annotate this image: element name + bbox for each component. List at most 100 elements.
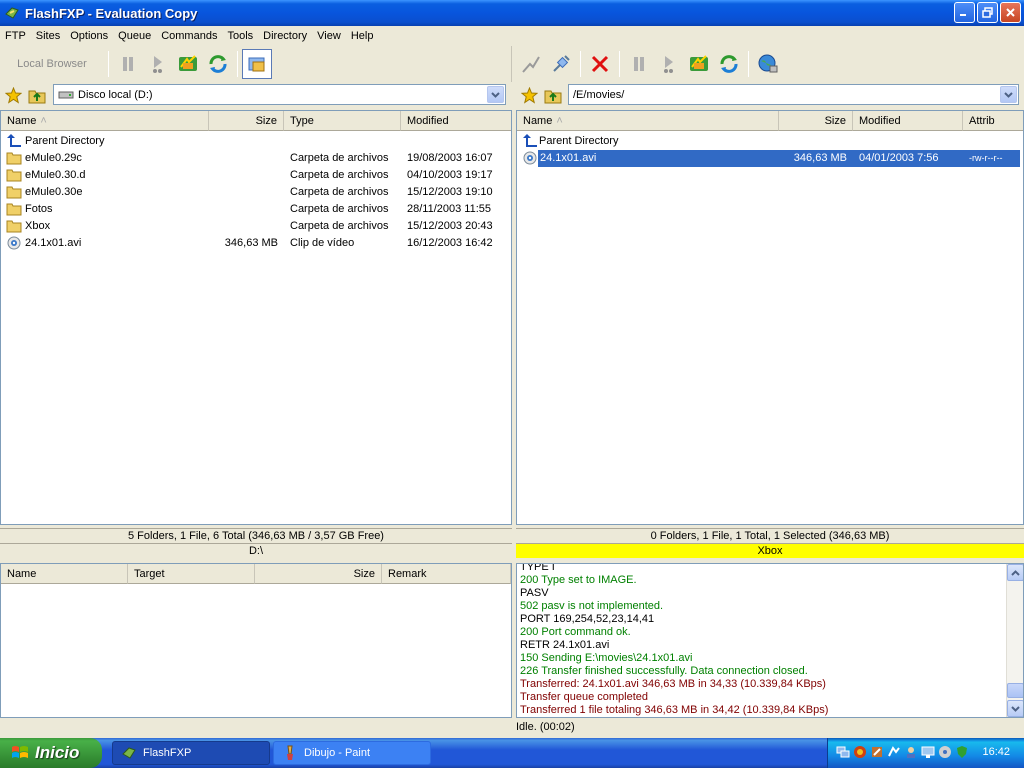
site-globe-button[interactable]: [753, 49, 783, 79]
local-browser-icon: [248, 57, 265, 72]
monitor-tray-icon[interactable]: [921, 745, 935, 759]
menu-directory[interactable]: Directory: [258, 30, 312, 42]
menu-tools[interactable]: Tools: [222, 30, 258, 42]
folder-icon: [6, 220, 22, 233]
title-bar: FlashFXP - Evaluation Copy: [0, 0, 1024, 26]
menu-sites[interactable]: Sites: [31, 30, 65, 42]
restore-button[interactable]: [977, 2, 998, 23]
shield-tray-icon[interactable]: [955, 745, 969, 759]
connect-button[interactable]: [516, 49, 546, 79]
local-file-row[interactable]: eMule0.29c Carpeta de archivos 19/08/2003 …: [1, 150, 511, 167]
minimize-button[interactable]: [954, 2, 975, 23]
hardware-tray-icon[interactable]: [887, 745, 901, 759]
queue-column-name[interactable]: Name: [1, 564, 128, 584]
quick-connect-button[interactable]: [546, 49, 576, 79]
remote-file-list[interactable]: Name ˄ Size Modified Attrib Parent Direct…: [516, 110, 1024, 525]
start-button[interactable]: Inicio: [0, 738, 102, 768]
folder-icon: [6, 203, 22, 216]
column-header-type[interactable]: Type: [284, 111, 401, 131]
local-file-row[interactable]: 24.1x01.avi 346,63 MB Clip de vídeo 16/12/2…: [1, 235, 511, 252]
favorite-star-icon[interactable]: [521, 87, 538, 104]
column-label: Name: [523, 114, 553, 127]
folder-icon: [6, 152, 22, 165]
queue-column-target[interactable]: Target: [128, 564, 255, 584]
column-header-size[interactable]: Size: [209, 111, 284, 131]
local-browser-toggle[interactable]: [242, 49, 272, 79]
video-file-icon: [7, 236, 21, 250]
scroll-thumb[interactable]: [1007, 683, 1023, 698]
menu-queue[interactable]: Queue: [113, 30, 156, 42]
paint-task-icon: [287, 745, 293, 760]
site-manager-button[interactable]: [173, 49, 203, 79]
menu-view[interactable]: View: [312, 30, 346, 42]
menu-options[interactable]: Options: [65, 30, 113, 42]
refresh-local-button[interactable]: [203, 49, 233, 79]
local-file-row[interactable]: Xbox Carpeta de archivos 15/12/2003 20:43: [1, 218, 511, 235]
sort-arrow-icon: ˄: [40, 114, 47, 127]
transfer-queue[interactable]: Name Target Size Remark: [0, 563, 512, 718]
column-header-modified[interactable]: Modified: [401, 111, 511, 131]
local-drive-select[interactable]: Disco local (D:): [53, 84, 506, 105]
user-tray-icon[interactable]: [904, 745, 918, 759]
column-header-name[interactable]: Name ˄: [517, 111, 779, 131]
session-log[interactable]: TYPE I 200 Type set to IMAGE. PASV 502 pasv…: [516, 563, 1024, 718]
scroll-up-button[interactable]: [1007, 564, 1023, 581]
remote-path-select[interactable]: /E/movies/: [568, 84, 1019, 105]
local-toolbar: Local Browser: [0, 46, 512, 82]
log-scrollbar[interactable]: [1006, 564, 1023, 717]
parent-directory-row[interactable]: Parent Directory: [1, 133, 511, 150]
local-browser-button[interactable]: Local Browser: [0, 58, 104, 70]
queue-column-size[interactable]: Size: [255, 564, 382, 584]
remote-site-button[interactable]: [684, 49, 714, 79]
folder-icon: [6, 186, 22, 199]
disc-tray-icon[interactable]: [938, 745, 952, 759]
file-modified: 04/01/2003 7:56: [859, 152, 939, 164]
parent-directory-icon: [7, 134, 21, 147]
column-header-name[interactable]: Name ˄: [1, 111, 209, 131]
window-title: FlashFXP - Evaluation Copy: [25, 5, 198, 21]
menu-help[interactable]: Help: [346, 30, 379, 42]
close-icon: [1006, 8, 1015, 17]
file-type: Carpeta de archivos: [290, 169, 389, 181]
transfer-button[interactable]: [143, 49, 173, 79]
remote-file-row[interactable]: 24.1x01.avi 346,63 MB 04/01/2003 7:56 -r…: [517, 150, 1023, 167]
favorite-star-icon[interactable]: [5, 87, 22, 104]
windows-flag-icon: [12, 746, 28, 758]
remote-path-dropdown[interactable]: [1000, 86, 1017, 103]
column-header-size[interactable]: Size: [779, 111, 853, 131]
local-file-row[interactable]: Fotos Carpeta de archivos 28/11/2003 11:55: [1, 201, 511, 218]
log-line: PORT 169,254,52,23,14,41: [520, 613, 655, 625]
menu-ftp[interactable]: FTP: [0, 30, 31, 42]
folder-up-icon[interactable]: [28, 87, 46, 104]
remote-transfer-button[interactable]: [654, 49, 684, 79]
pause-button[interactable]: [113, 49, 143, 79]
local-file-list[interactable]: Name ˄ Size Type Modified Parent Director…: [0, 110, 512, 525]
remote-pause-button[interactable]: [624, 49, 654, 79]
queue-column-remark[interactable]: Remark: [382, 564, 511, 584]
parent-directory-row[interactable]: Parent Directory: [517, 133, 1023, 150]
transfer-icon: [690, 55, 708, 71]
abort-button[interactable]: [585, 49, 615, 79]
emule-tray-icon[interactable]: [853, 745, 867, 759]
menu-commands[interactable]: Commands: [156, 30, 222, 42]
task-flashfxp[interactable]: FlashFXP: [112, 741, 270, 765]
file-modified: 15/12/2003 19:10: [407, 186, 493, 198]
app-tray-icon[interactable]: [870, 745, 884, 759]
network-tray-icon[interactable]: [836, 745, 850, 759]
close-button[interactable]: [1000, 2, 1021, 23]
file-type: Carpeta de archivos: [290, 152, 389, 164]
column-label: Name: [7, 114, 37, 127]
local-file-row[interactable]: eMule0.30.d Carpeta de archivos 04/10/2003…: [1, 167, 511, 184]
task-paint[interactable]: Dibujo - Paint: [273, 741, 431, 765]
refresh-remote-button[interactable]: [714, 49, 744, 79]
column-header-attrib[interactable]: Attrib: [963, 111, 1023, 131]
scroll-down-button[interactable]: [1007, 700, 1023, 717]
file-modified: 16/12/2003 16:42: [407, 237, 493, 249]
local-file-row[interactable]: eMule0.30e Carpeta de archivos 15/12/2003 …: [1, 184, 511, 201]
column-header-modified[interactable]: Modified: [853, 111, 963, 131]
file-attrib: -rw-r--r--: [969, 153, 1003, 163]
transfer-icon: [179, 55, 197, 71]
log-line: PASV: [520, 587, 549, 599]
local-drive-dropdown[interactable]: [487, 86, 504, 103]
folder-up-icon[interactable]: [544, 87, 562, 104]
